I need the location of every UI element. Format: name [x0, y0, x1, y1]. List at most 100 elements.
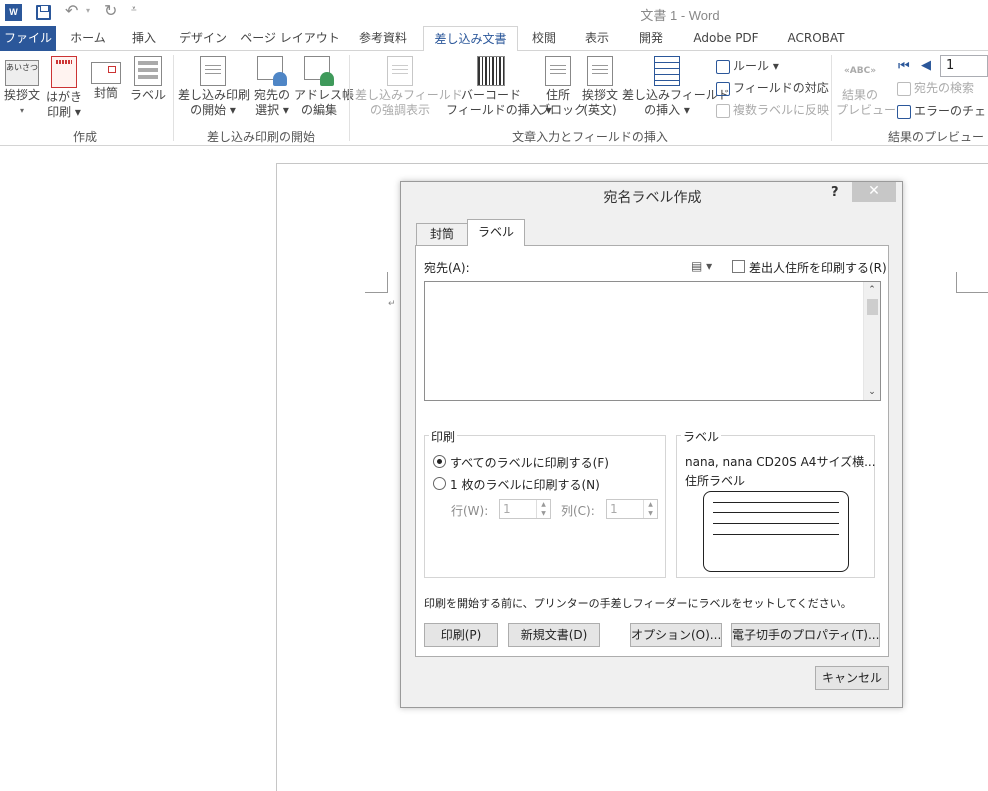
tab-insert[interactable]: 挿入 [120, 26, 168, 51]
options-button[interactable]: オプション(O)... [630, 623, 722, 647]
scroll-up-icon[interactable]: ⌃ [864, 282, 880, 298]
start-mail-merge-button[interactable]: 差し込み印刷 の開始 ▾ [178, 56, 251, 118]
dropdown-arrow: ▾ [19, 106, 24, 115]
tab-labels[interactable]: ラベル [467, 219, 525, 246]
rules-label: ルール ▾ [733, 59, 779, 73]
address-scrollbar[interactable]: ⌃ ⌄ [863, 282, 880, 400]
undo-dropdown-icon[interactable]: ▾ [86, 6, 90, 15]
rules-button[interactable]: ルール ▾ [716, 56, 779, 76]
select-recipients-button[interactable]: 宛先の 選択 ▾ [252, 56, 292, 118]
update-labels-button[interactable]: 複数ラベルに反映 [716, 100, 829, 120]
highlight-merge-fields-button[interactable]: 差し込みフィールド の強調表示 [355, 56, 463, 118]
print-button[interactable]: 印刷(P) [424, 623, 498, 647]
tab-design[interactable]: デザイン [170, 26, 236, 51]
find-recipient-button[interactable]: 宛先の検索 [897, 78, 974, 98]
label-vendor-product: nana, nana CD20S A4サイズ横... [685, 455, 876, 469]
address-book-icon[interactable]: ▤ ▾ [691, 259, 712, 273]
tab-references[interactable]: 参考資料 [344, 26, 422, 51]
tab-page-layout[interactable]: ページ レイアウト [238, 26, 342, 51]
customize-qat-icon[interactable]: ⩡ [131, 4, 137, 15]
record-number-field[interactable]: 1 [940, 55, 988, 77]
scroll-thumb[interactable] [867, 299, 878, 315]
tab-envelopes[interactable]: 封筒 [416, 223, 468, 245]
postcard-label-2: 印刷 ▾ [47, 105, 81, 119]
edit-list-label-2: の編集 [300, 103, 337, 117]
address-block-label: 住所 [545, 88, 570, 102]
select-recipients-label: 宛先の [253, 88, 290, 102]
postcard-print-button[interactable]: はがき 印刷 ▾ [44, 56, 84, 120]
single-label-radio[interactable] [433, 477, 446, 490]
single-label-label[interactable]: 1 枚のラベルに印刷する(N) [450, 476, 600, 493]
greeting-card-label: 挨拶文 [3, 88, 40, 102]
print-return-address-checkbox[interactable] [732, 260, 745, 273]
help-icon[interactable]: ? [831, 185, 839, 200]
crop-mark-right [956, 272, 988, 293]
tab-developer[interactable]: 開発 [626, 26, 676, 51]
full-page-label[interactable]: すべてのラベルに印刷する(F) [450, 454, 609, 471]
labels-icon [134, 56, 162, 86]
insert-field-label: 差し込みフィールド [622, 88, 730, 102]
redo-icon[interactable]: ↻ [104, 1, 117, 20]
document-title: 文書 1 - Word [640, 8, 720, 23]
tab-home[interactable]: ホーム [58, 26, 118, 51]
group-label-start: 差し込み印刷の開始 [206, 130, 315, 144]
insert-barcode-field-button[interactable]: バーコード フィールドの挿入 ▾ [446, 56, 552, 118]
preview-line [713, 512, 839, 513]
highlight-fields-label: 差し込みフィールド [355, 88, 463, 102]
spinner-arrows-icon[interactable]: ▲ ▼ [643, 500, 657, 518]
check-errors-button[interactable]: エラーのチェック [897, 101, 988, 121]
tab-acrobat[interactable]: ACROBAT [774, 26, 858, 51]
edit-list-label: アドレス帳 [294, 88, 355, 102]
labels-button[interactable]: ラベル [128, 56, 168, 103]
group-label-preview: 結果のプレビュー [887, 130, 984, 144]
edit-recipient-list-icon [304, 56, 334, 86]
highlight-fields-icon [387, 56, 413, 86]
new-document-button[interactable]: 新規文書(D) [508, 623, 600, 647]
start-merge-label: 差し込み印刷 [178, 88, 251, 102]
insert-merge-field-button[interactable]: 差し込みフィールド の挿入 ▾ [622, 56, 730, 118]
greeting-card-button[interactable]: あいさつ 挨拶文 ▾ [2, 56, 42, 118]
tab-view[interactable]: 表示 [572, 26, 622, 51]
first-record-icon[interactable]: ⏮ [898, 59, 910, 74]
address-block-button[interactable]: 住所 ブロック [538, 56, 586, 118]
insert-field-label-2: の挿入 ▾ [644, 103, 690, 117]
check-errors-icon [897, 104, 911, 119]
greeting-line-icon [587, 56, 613, 86]
tab-file[interactable]: ファイル [0, 26, 56, 51]
update-labels-label: 複数ラベルに反映 [733, 103, 830, 117]
print-group: 印刷 すべてのラベルに印刷する(F) 1 枚のラベルに印刷する(N) 行(W):… [424, 428, 666, 578]
column-value: 1 [610, 502, 618, 516]
barcode-label: バーコード [460, 88, 521, 102]
edit-recipient-list-button[interactable]: アドレス帳 の編集 [294, 56, 355, 118]
print-return-address-label[interactable]: 差出人住所を印刷する(R) [749, 259, 887, 276]
preview-results-button[interactable]: «ABC» 結果の プレビュー [836, 56, 896, 118]
spinner-arrows-icon[interactable]: ▲ ▼ [536, 500, 550, 518]
feeder-note: 印刷を開始する前に、プリンターの手差しフィーダーにラベルをセットしてください。 [424, 597, 852, 610]
tab-adobe-pdf[interactable]: Adobe PDF [680, 26, 772, 51]
epostage-properties-button[interactable]: 電子切手のプロパティ(T)... [731, 623, 880, 647]
tab-review[interactable]: 校閲 [520, 26, 568, 51]
save-icon[interactable] [36, 5, 51, 20]
scroll-down-icon[interactable]: ⌄ [864, 384, 880, 400]
cancel-button[interactable]: キャンセル [815, 666, 889, 690]
print-group-legend: 印刷 [429, 428, 458, 445]
full-page-radio[interactable] [433, 455, 446, 468]
ribbon-tabs: ファイル ホーム 挿入 デザイン ページ レイアウト 参考資料 差し込み文書 校… [0, 26, 988, 52]
greeting-line-button[interactable]: 挨拶文 (英文) [580, 56, 620, 118]
undo-icon[interactable]: ↶ [65, 1, 78, 20]
group-separator [173, 55, 174, 141]
envelopes-button[interactable]: 封筒 [88, 56, 124, 101]
row-spinner[interactable]: 1 ▲ ▼ [499, 499, 551, 519]
rules-icon [716, 59, 730, 74]
close-button[interactable]: ✕ [852, 182, 896, 202]
label-preview-image[interactable] [703, 491, 849, 572]
update-labels-icon [716, 103, 730, 118]
label-group[interactable]: ラベル nana, nana CD20S A4サイズ横... 住所ラベル [676, 428, 876, 578]
previous-record-icon[interactable]: ◀ [921, 58, 931, 73]
tab-mailings[interactable]: 差し込み文書 [423, 26, 518, 52]
match-fields-button[interactable]: フィールドの対応 [716, 78, 829, 98]
address-textarea[interactable]: ⌃ ⌄ [424, 281, 881, 401]
word-logo-icon[interactable]: W [5, 4, 22, 21]
group-label-insert: 文章入力とフィールドの挿入 [512, 130, 668, 144]
column-spinner[interactable]: 1 ▲ ▼ [606, 499, 658, 519]
